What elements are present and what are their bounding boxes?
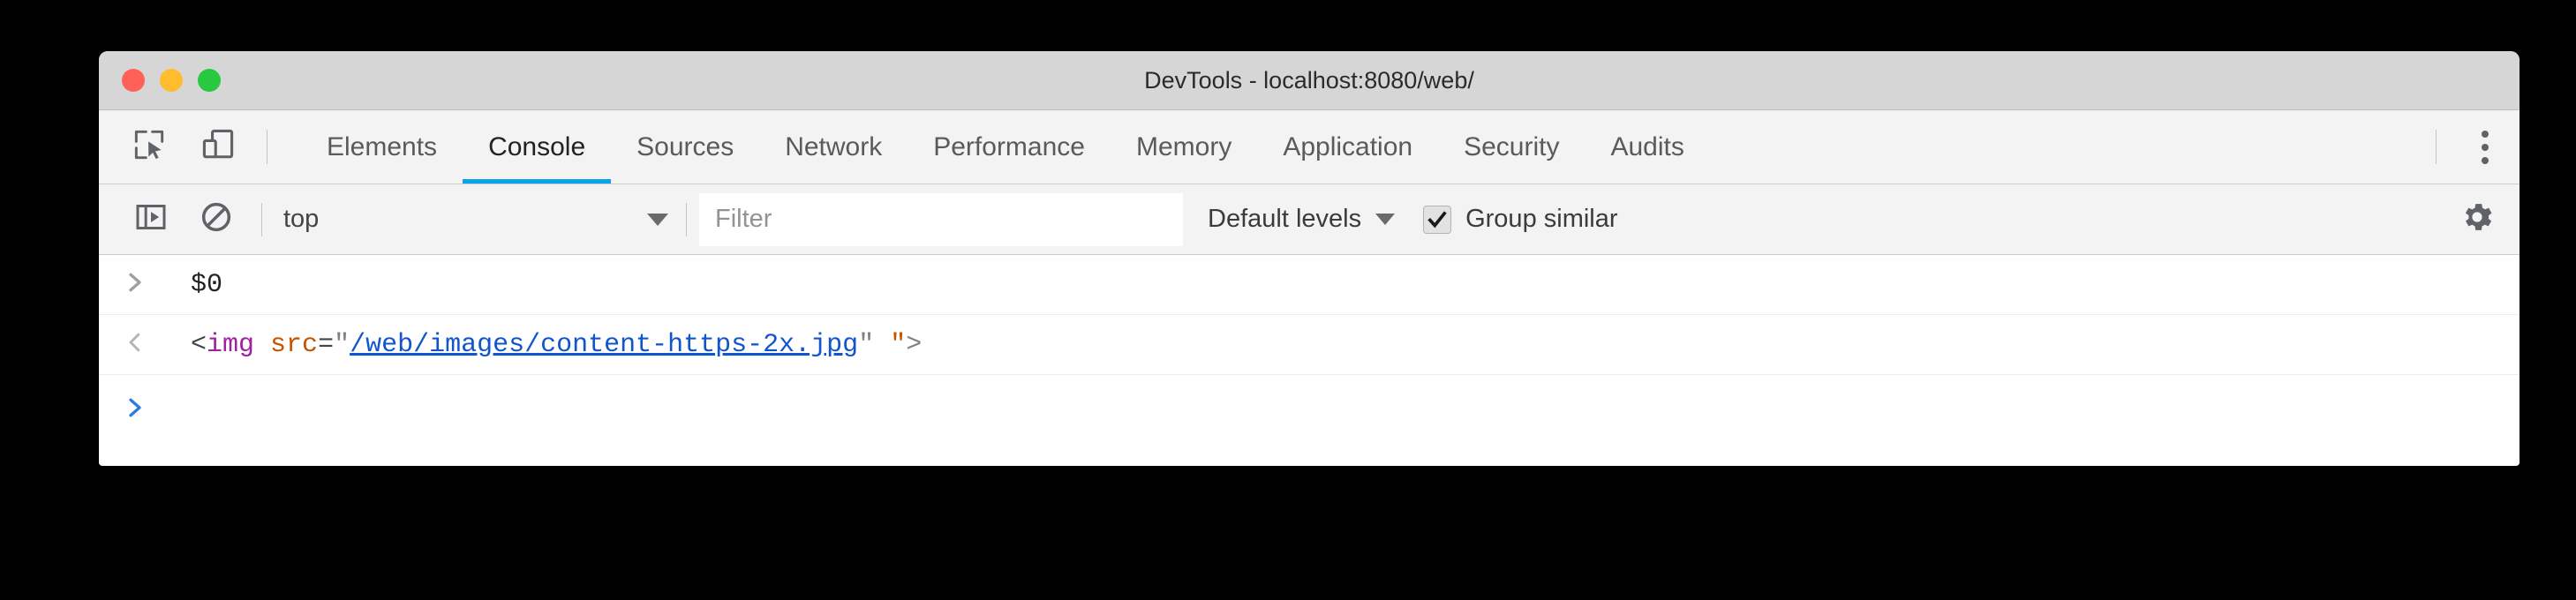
html-attribute-name: src (270, 329, 319, 360)
gear-icon (2459, 199, 2496, 240)
console-toolbar: top Default levels Group similar (99, 184, 2520, 255)
tab-network-label: Network (785, 131, 883, 161)
panel-tabs: Elements Console Sources Network Perform… (301, 110, 1710, 184)
group-similar-label: Group similar (1465, 205, 1618, 233)
result-arrow-icon (122, 329, 148, 360)
tab-application[interactable]: Application (1257, 110, 1438, 184)
row-gutter (122, 269, 171, 300)
tabbar-divider-right (2436, 130, 2437, 164)
html-equals: = (318, 329, 335, 360)
html-quote-close: " (858, 329, 875, 360)
tab-sources[interactable]: Sources (611, 110, 759, 184)
prompt-arrow-active-icon (122, 394, 148, 425)
console-input-expression: $0 (191, 269, 223, 300)
tab-sources-label: Sources (636, 131, 734, 161)
kebab-menu-icon (2482, 130, 2489, 138)
html-quote-extra: " (890, 329, 907, 360)
tab-security-label: Security (1464, 131, 1560, 161)
tab-elements-label: Elements (327, 131, 438, 161)
execution-context-value: top (283, 205, 320, 233)
tab-performance[interactable]: Performance (908, 110, 1111, 184)
toolbar-divider-1 (261, 202, 262, 236)
clear-console-button[interactable] (184, 184, 249, 255)
row-gutter (122, 394, 171, 425)
tab-memory[interactable]: Memory (1111, 110, 1257, 184)
kebab-menu-icon (2482, 143, 2489, 151)
row-gutter (122, 329, 171, 360)
toolbar-divider-2 (686, 202, 687, 236)
tab-console[interactable]: Console (463, 110, 612, 184)
chevron-down-icon (647, 213, 668, 226)
console-input-row[interactable]: $0 (99, 255, 2520, 315)
tabbar-right-group (2422, 110, 2520, 184)
device-toolbar-icon (199, 125, 237, 169)
tab-performance-label: Performance (933, 131, 1085, 161)
html-close-bracket: > (906, 329, 923, 360)
console-output-value: <img src="/web/images/content-https-2x.j… (191, 330, 922, 360)
group-similar-toggle[interactable]: Group similar (1423, 205, 1618, 234)
clear-console-icon (199, 199, 234, 239)
console-sidebar-icon (133, 199, 169, 239)
execution-context-dropdown[interactable]: top (275, 184, 674, 255)
log-levels-dropdown[interactable]: Default levels (1208, 205, 1396, 234)
devtools-tabbar: Elements Console Sources Network Perform… (99, 110, 2520, 184)
console-filter-input[interactable] (699, 192, 1183, 246)
html-quote-open: " (334, 329, 350, 360)
console-prompt-row[interactable] (99, 375, 2520, 444)
inspect-element-button[interactable] (115, 110, 184, 184)
resource-link[interactable]: /web/images/content-https-2x.jpg (350, 330, 858, 360)
tab-security[interactable]: Security (1438, 110, 1585, 184)
html-open-bracket: < (191, 329, 207, 360)
log-levels-value: Default levels (1208, 205, 1362, 233)
console-message-list[interactable]: $0 <img src="/web/images/content-https-2… (99, 255, 2520, 465)
tab-application-label: Application (1283, 131, 1413, 161)
tab-console-label: Console (488, 131, 586, 161)
device-toolbar-button[interactable] (184, 110, 252, 184)
token-gap (874, 330, 890, 360)
html-tag-name: img (207, 329, 255, 360)
checkmark-icon (1427, 210, 1447, 228)
window-title: DevTools - localhost:8080/web/ (1144, 67, 1474, 94)
tab-memory-label: Memory (1135, 131, 1232, 161)
devtools-settings-button[interactable] (2435, 184, 2520, 255)
tab-audits[interactable]: Audits (1585, 110, 1709, 184)
prompt-arrow-icon (122, 269, 148, 300)
tab-elements[interactable]: Elements (301, 110, 463, 184)
tab-audits-label: Audits (1610, 131, 1684, 161)
tab-network[interactable]: Network (759, 110, 908, 184)
more-options-button[interactable] (2451, 110, 2520, 184)
group-similar-checkbox[interactable] (1423, 205, 1452, 234)
console-output-row[interactable]: <img src="/web/images/content-https-2x.j… (99, 315, 2520, 375)
devtools-window: DevTools - localhost:8080/web/ Elements … (99, 51, 2520, 466)
window-titlebar: DevTools - localhost:8080/web/ (99, 51, 2520, 110)
chevron-down-icon (1375, 214, 1396, 225)
kebab-menu-icon (2482, 156, 2489, 164)
inspect-element-icon (130, 125, 169, 169)
console-sidebar-toggle-button[interactable] (118, 184, 184, 255)
